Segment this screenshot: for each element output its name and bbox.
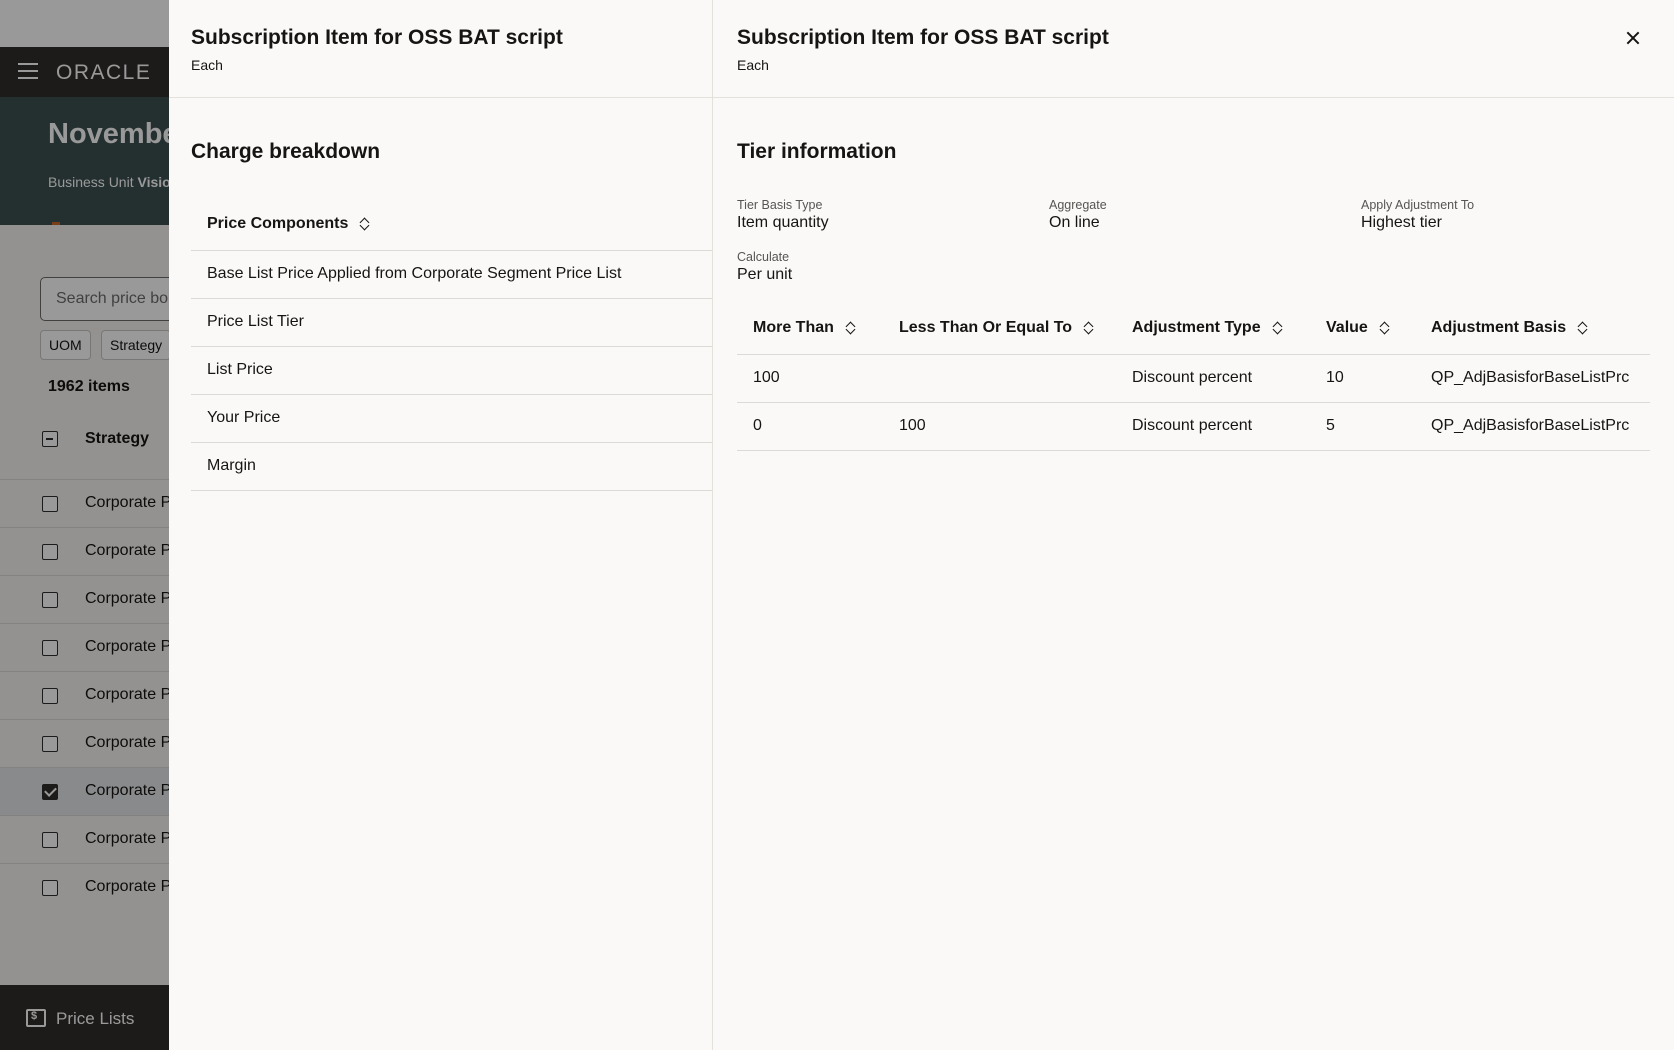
drawer-title: Subscription Item for OSS BAT script [191, 26, 563, 49]
apply-adjustment-to-label: Apply Adjustment To [1361, 198, 1475, 212]
cell-value: 10 [1326, 369, 1344, 386]
column-header-price-components[interactable]: Price Components [207, 215, 370, 233]
tier-table-header: More Than Less Than Or Equal To Adjustme… [737, 303, 1650, 355]
tier-information-drawer: Subscription Item for OSS BAT script Eac… [712, 0, 1674, 1050]
price-component-row[interactable]: Base List Price Applied from Corporate S… [191, 251, 712, 299]
tier-row[interactable]: 100 Discount percent 10 QP_AdjBasisforBa… [737, 355, 1650, 403]
aggregate-value: On line [1049, 214, 1100, 231]
drawer-header: Subscription Item for OSS BAT script Eac… [169, 0, 712, 98]
column-header-more-than[interactable]: More Than [753, 319, 856, 337]
column-header-less-than-or-equal-to[interactable]: Less Than Or Equal To [899, 319, 1094, 337]
sort-icon[interactable] [360, 217, 370, 231]
section-title-tier-information: Tier information [737, 140, 897, 163]
price-component-label: Margin [207, 457, 256, 474]
cell-value: 5 [1326, 417, 1335, 434]
drawer-header: Subscription Item for OSS BAT script Eac… [713, 0, 1674, 98]
drawer-title: Subscription Item for OSS BAT script [737, 26, 1109, 49]
column-header-value[interactable]: Value [1326, 319, 1390, 337]
cell-adjustment-type: Discount percent [1132, 417, 1253, 434]
price-component-row[interactable]: List Price [191, 347, 712, 395]
charge-breakdown-drawer: Subscription Item for OSS BAT script Eac… [169, 0, 712, 1050]
tier-row[interactable]: 0 100 Discount percent 5 QP_AdjBasisforB… [737, 403, 1650, 451]
column-header-adjustment-basis[interactable]: Adjustment Basis [1431, 319, 1588, 337]
drawer-subtitle: Each [737, 57, 769, 73]
calculate-value: Per unit [737, 266, 793, 283]
cell-adjustment-basis: QP_AdjBasisforBaseListPrc [1431, 417, 1630, 434]
tier-basis-type-value: Item quantity [737, 214, 829, 231]
cell-adjustment-basis: QP_AdjBasisforBaseListPrc [1431, 369, 1630, 386]
cell-more-than: 100 [753, 369, 780, 386]
page-edge [1674, 0, 1680, 1050]
sort-icon[interactable] [1380, 321, 1390, 335]
tier-basis-type-label: Tier Basis Type [737, 198, 823, 212]
price-component-row[interactable]: Margin [191, 443, 712, 491]
price-component-label: Price List Tier [207, 313, 304, 330]
calculate-label: Calculate [737, 250, 790, 264]
close-icon[interactable] [1619, 24, 1647, 52]
price-components-header[interactable]: Price Components [191, 200, 712, 251]
apply-adjustment-to-value: Highest tier [1361, 214, 1442, 231]
sort-icon[interactable] [1578, 321, 1588, 335]
cell-less-than-or-equal-to: 100 [899, 417, 926, 434]
cell-adjustment-type: Discount percent [1132, 369, 1253, 386]
price-component-label: Base List Price Applied from Corporate S… [207, 265, 622, 282]
cell-more-than: 0 [753, 417, 762, 434]
aggregate-label: Aggregate [1049, 198, 1107, 212]
price-component-label: Your Price [207, 409, 281, 426]
price-component-label: List Price [207, 361, 273, 378]
sort-icon[interactable] [846, 321, 856, 335]
section-title-charge-breakdown: Charge breakdown [191, 140, 381, 163]
column-header-adjustment-type[interactable]: Adjustment Type [1132, 319, 1283, 337]
price-component-row[interactable]: Your Price [191, 395, 712, 443]
sort-icon[interactable] [1084, 321, 1094, 335]
drawer-subtitle: Each [191, 57, 223, 73]
sort-icon[interactable] [1273, 321, 1283, 335]
price-component-row[interactable]: Price List Tier [191, 299, 712, 347]
